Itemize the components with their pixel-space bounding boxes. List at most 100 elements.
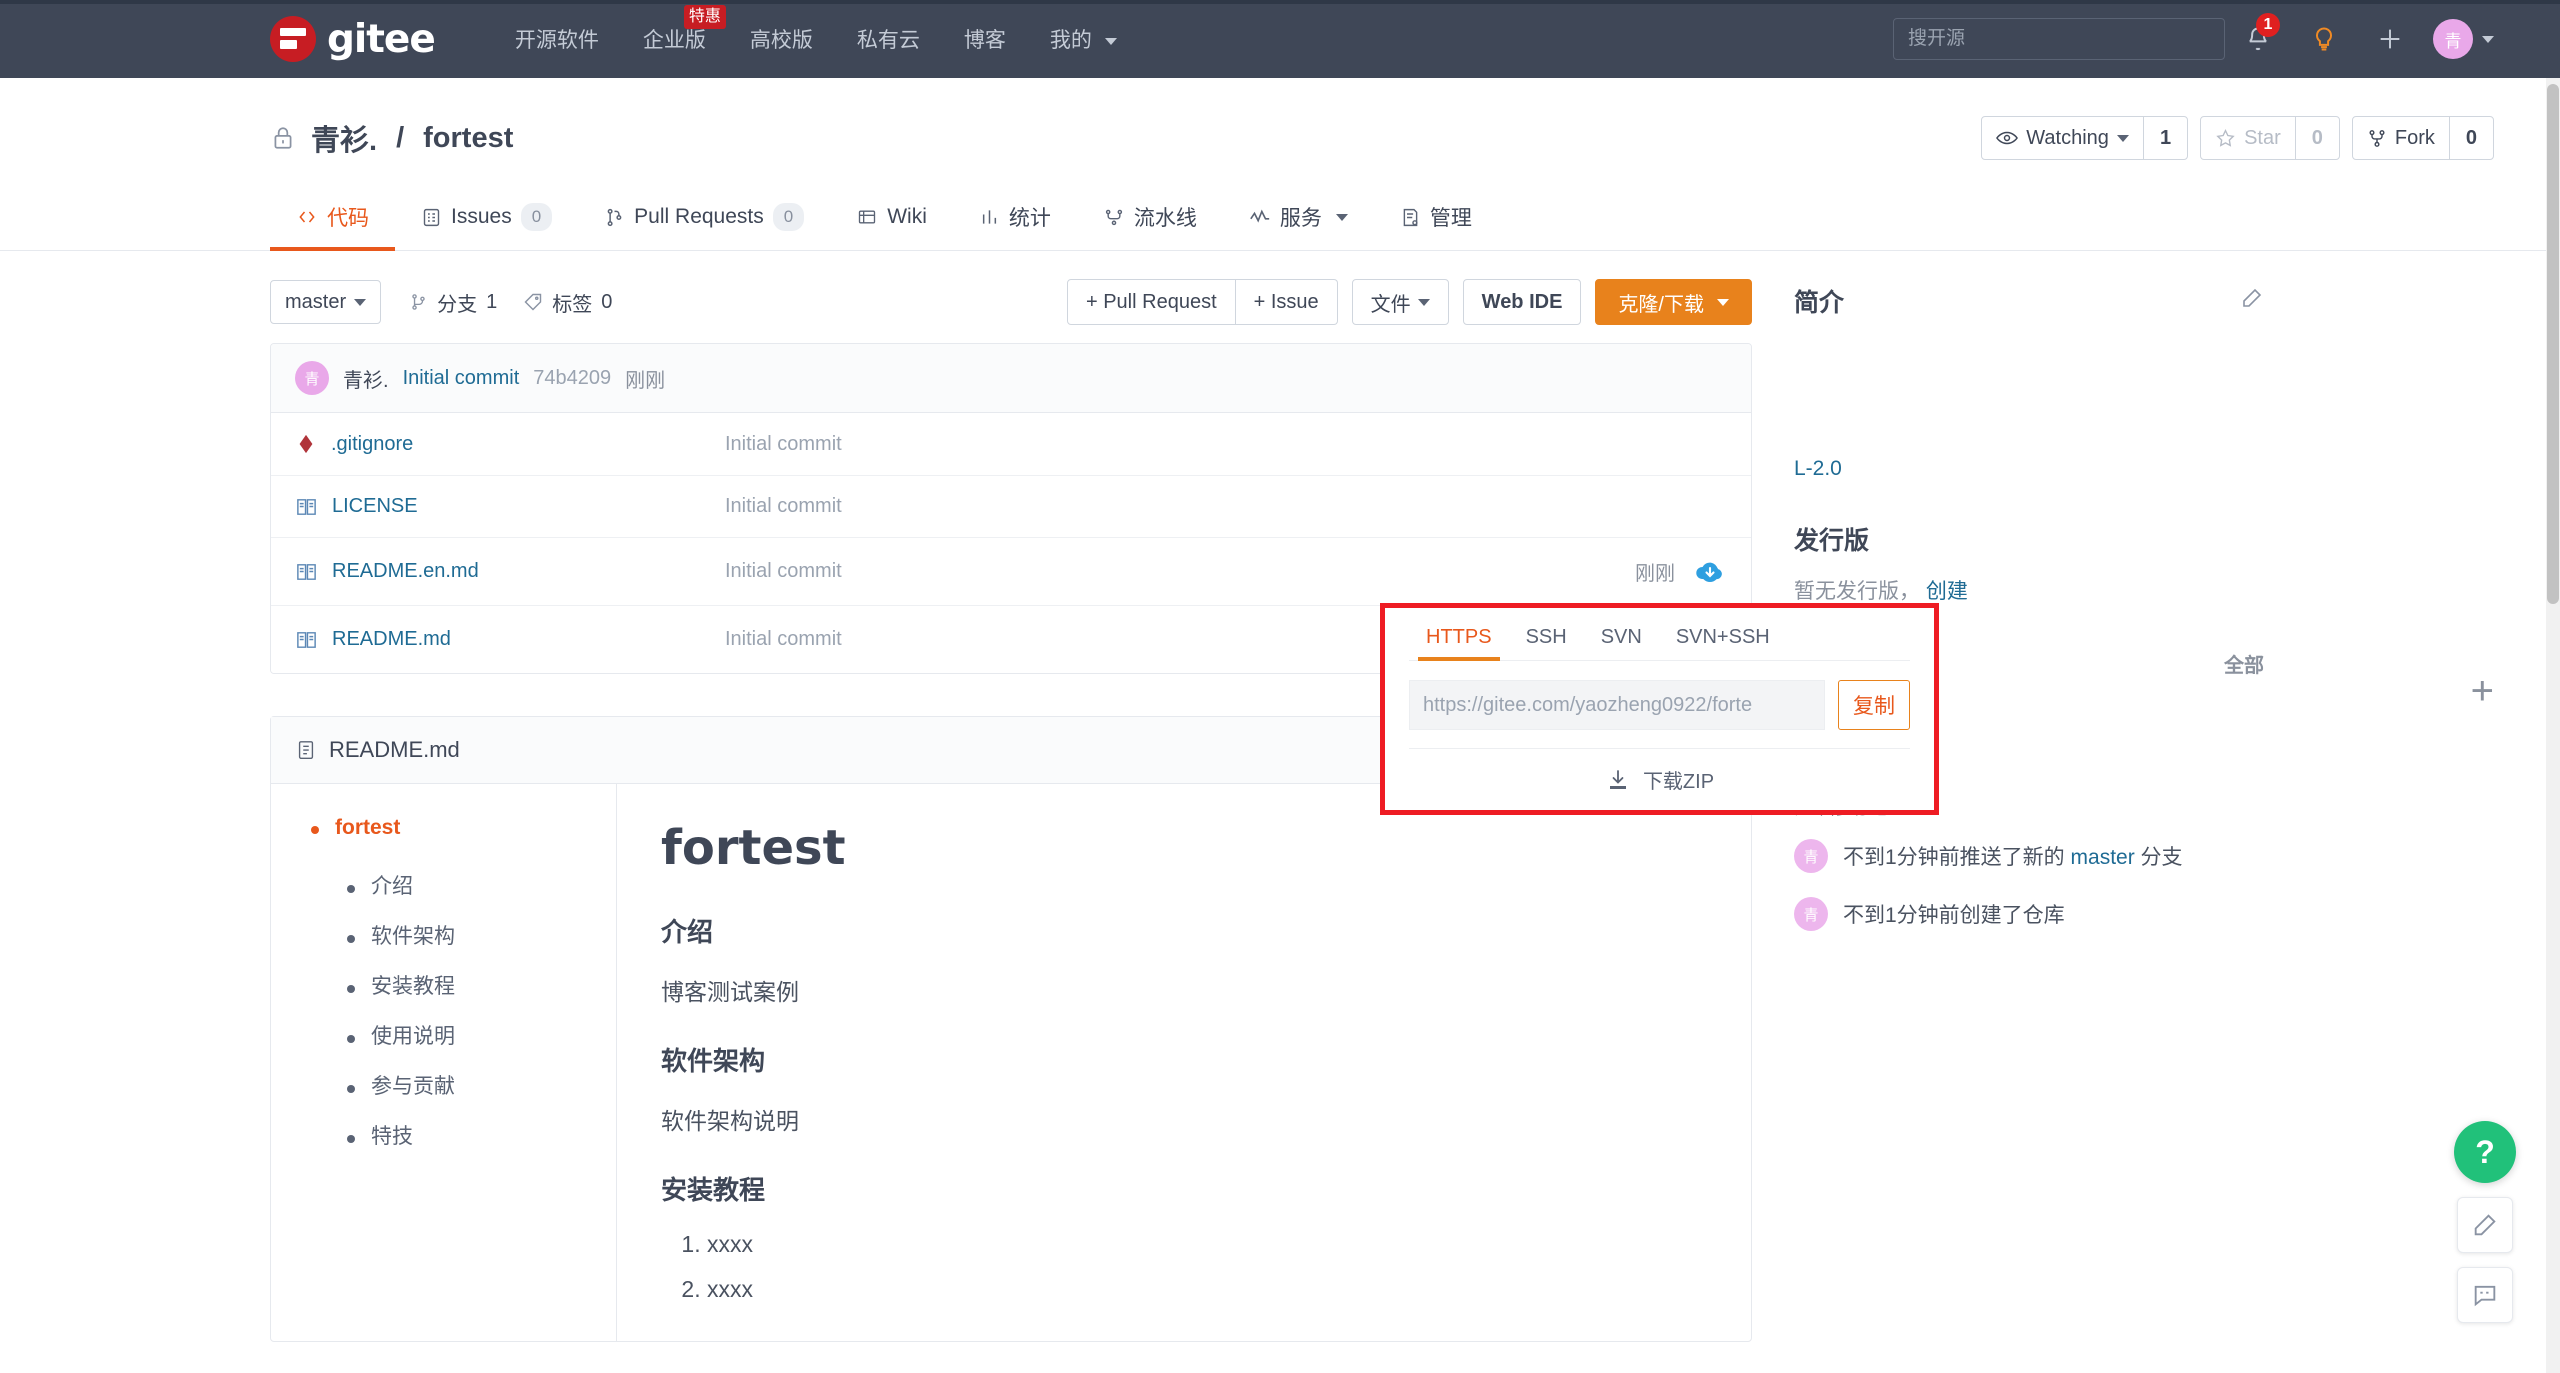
create-new-button[interactable]	[2357, 17, 2423, 61]
tab-wiki[interactable]: Wiki	[830, 189, 953, 247]
clone-url-input[interactable]	[1409, 680, 1825, 730]
nav-item-education[interactable]: 高校版	[728, 24, 835, 54]
chevron-down-icon	[2117, 135, 2129, 142]
clone-tab-ssh[interactable]: SSH	[1509, 612, 1584, 660]
tab-issues[interactable]: Issues 0	[395, 187, 578, 249]
branches-link[interactable]: 分支 1	[409, 288, 497, 317]
wiki-icon	[856, 207, 878, 227]
edit-intro-button[interactable]	[2240, 286, 2264, 316]
watch-button[interactable]: Watching	[1982, 117, 2143, 159]
tab-statistics[interactable]: 统计	[953, 186, 1077, 250]
chevron-down-icon	[354, 299, 366, 306]
nav-item-privatecloud[interactable]: 私有云	[835, 24, 942, 54]
tab-pull-requests[interactable]: Pull Requests 0	[578, 187, 830, 249]
new-pull-request-button[interactable]: + Pull Request	[1067, 279, 1236, 325]
tab-manage[interactable]: 管理	[1374, 186, 1498, 250]
new-issue-button[interactable]: + Issue	[1236, 279, 1338, 325]
fork-button[interactable]: Fork	[2353, 117, 2449, 159]
table-row[interactable]: .gitignore Initial commit	[271, 413, 1751, 476]
nav-item-mine[interactable]: 我的	[1028, 24, 1139, 54]
create-release-link[interactable]: 创建	[1926, 580, 1968, 603]
toc-item-architecture[interactable]: 软件架构	[311, 910, 592, 960]
table-row[interactable]: README.en.md Initial commit 刚刚	[271, 538, 1751, 606]
watch-label: Watching	[2026, 127, 2109, 150]
help-button[interactable]: ?	[2454, 1121, 2516, 1183]
fork-button-group[interactable]: Fork 0	[2352, 116, 2494, 160]
clone-tab-svn-ssh[interactable]: SVN+SSH	[1659, 612, 1787, 660]
chevron-down-icon[interactable]	[2482, 36, 2494, 43]
copy-url-button[interactable]: 复制	[1838, 680, 1910, 730]
license-label[interactable]: L-2.0	[1794, 457, 2264, 481]
sidebar-release-title: 发行版	[1794, 521, 1869, 557]
list-item[interactable]: 青 不到1分钟前创建了仓库	[1794, 897, 2264, 931]
chat-button[interactable]	[2457, 1267, 2513, 1323]
file-link[interactable]: README.md	[332, 628, 451, 651]
clone-tab-https[interactable]: HTTPS	[1409, 612, 1509, 660]
chevron-down-icon	[1336, 214, 1348, 221]
branch-name: master	[285, 291, 346, 314]
toc-item-contribute[interactable]: 参与贡献	[311, 1060, 592, 1110]
web-ide-button[interactable]: Web IDE	[1463, 279, 1582, 325]
tab-services[interactable]: 服务	[1223, 186, 1374, 250]
nav-item-opensource[interactable]: 开源软件	[493, 24, 621, 54]
file-commit-message[interactable]: Initial commit	[725, 433, 1675, 456]
commit-time: 刚刚	[625, 364, 665, 393]
branches-label: 分支	[437, 288, 477, 317]
contributors-all-link[interactable]: 全部	[2224, 649, 2264, 678]
toc-item-features[interactable]: 特技	[311, 1110, 592, 1160]
avatar[interactable]: 青	[295, 361, 329, 395]
bullet-icon	[347, 935, 355, 943]
file-menu-button[interactable]: 文件	[1352, 279, 1449, 325]
download-zip-label: 下载ZIP	[1643, 765, 1714, 794]
repo-name[interactable]: fortest	[423, 122, 513, 155]
tags-link[interactable]: 标签 0	[523, 288, 612, 317]
commit-sha[interactable]: 74b4209	[533, 367, 611, 390]
file-link[interactable]: .gitignore	[331, 433, 413, 456]
toc-item-install[interactable]: 安装教程	[311, 960, 592, 1010]
clone-tab-svn[interactable]: SVN	[1584, 612, 1659, 660]
tags-label: 标签	[552, 288, 592, 317]
avatar: 青	[1794, 839, 1828, 873]
activity-branch-link[interactable]: master	[2071, 846, 2135, 869]
nav-item-enterprise[interactable]: 企业版 特惠	[621, 24, 728, 54]
clone-download-button[interactable]: 克隆/下载	[1595, 279, 1752, 325]
star-button-group[interactable]: Star 0	[2200, 116, 2340, 160]
branch-selector[interactable]: master	[270, 280, 381, 324]
book-icon	[295, 495, 318, 518]
user-avatar[interactable]: 青	[2433, 19, 2473, 59]
file-download-button[interactable]	[1693, 559, 1727, 585]
commit-author[interactable]: 青衫.	[343, 364, 389, 393]
file-commit-message[interactable]: Initial commit	[725, 560, 1635, 583]
toc-item-intro[interactable]: 介绍	[311, 860, 592, 910]
watch-button-group[interactable]: Watching 1	[1981, 116, 2188, 160]
search-input[interactable]	[1893, 18, 2225, 60]
commit-message[interactable]: Initial commit	[403, 367, 520, 390]
nav-item-blog[interactable]: 博客	[942, 24, 1028, 54]
sidebar-add-button[interactable]: +	[2471, 671, 2494, 711]
repository-tabs: 代码 Issues 0 Pull Requests 0 Wiki 统计 流水线	[0, 186, 2560, 251]
file-link[interactable]: README.en.md	[332, 560, 479, 583]
feedback-button[interactable]	[2457, 1197, 2513, 1253]
tab-pipeline[interactable]: 流水线	[1077, 186, 1223, 250]
notifications-button[interactable]: 1	[2225, 17, 2291, 61]
activity-text: 不到1分钟前创建了仓库	[1843, 899, 2065, 929]
table-row[interactable]: LICENSE Initial commit	[271, 476, 1751, 538]
gitee-logo[interactable]: gitee	[270, 16, 435, 62]
star-icon	[2215, 128, 2236, 149]
tab-count: 0	[521, 203, 552, 231]
eye-icon	[1996, 130, 2018, 146]
download-zip-button[interactable]: 下载ZIP	[1409, 748, 1910, 794]
repo-owner[interactable]: 青衫.	[311, 117, 377, 159]
toc-root-item[interactable]: fortest	[311, 816, 592, 840]
file-commit-message[interactable]: Initial commit	[725, 495, 1675, 518]
star-button[interactable]: Star	[2201, 117, 2295, 159]
list-item[interactable]: 青 不到1分钟前推送了新的 master 分支	[1794, 839, 2264, 873]
tab-code[interactable]: 代码	[270, 186, 395, 250]
file-link[interactable]: LICENSE	[332, 495, 418, 518]
repo-toolbar: master 分支 1 标签 0	[270, 279, 1752, 325]
ideas-button[interactable]	[2291, 17, 2357, 61]
toc-item-usage[interactable]: 使用说明	[311, 1010, 592, 1060]
manage-icon	[1400, 207, 1421, 228]
page-scrollbar-thumb[interactable]	[2547, 84, 2559, 604]
promo-badge: 特惠	[684, 5, 726, 29]
